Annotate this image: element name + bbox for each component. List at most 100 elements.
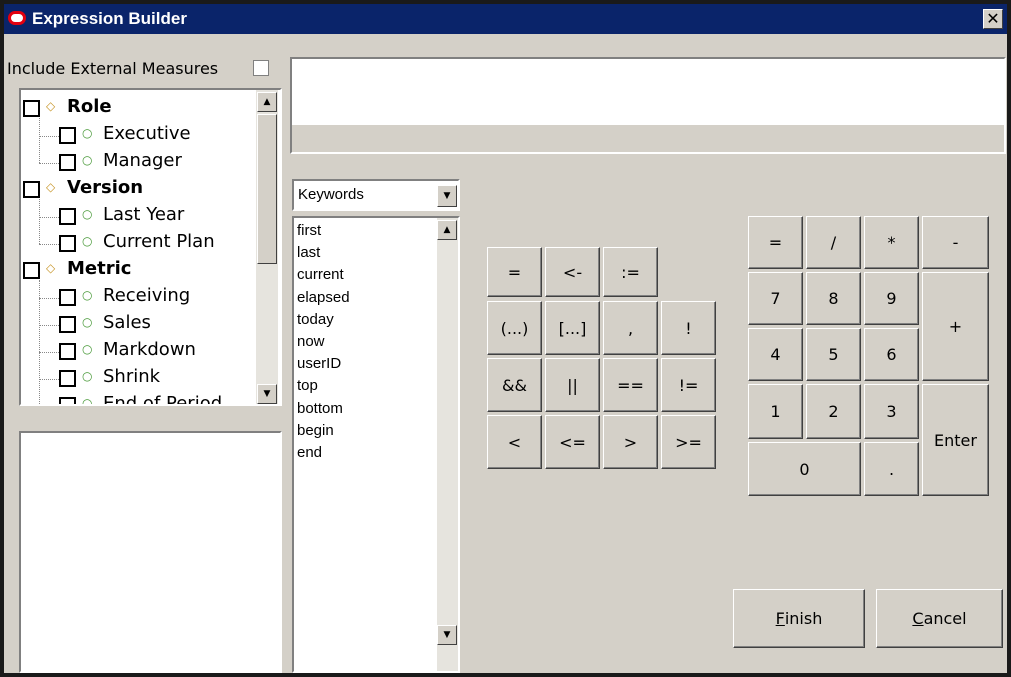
keyword-scrollbar[interactable]: ▲ ▼: [437, 218, 458, 671]
op-brackets-button[interactable]: [...]: [545, 301, 600, 355]
op-arrow-button[interactable]: <-: [545, 247, 600, 297]
op-colon-equals-button[interactable]: :=: [603, 247, 658, 297]
tree-member-row[interactable]: ○ Receiving: [21, 285, 256, 311]
tree-member-row[interactable]: ○ Sales: [21, 312, 256, 338]
op-less-button[interactable]: <: [487, 415, 542, 469]
key-1-button[interactable]: 1: [748, 384, 803, 439]
chevron-down-icon[interactable]: ▼: [437, 185, 457, 207]
include-external-checkbox[interactable]: [253, 60, 269, 76]
op-equals-button[interactable]: ==: [603, 358, 658, 412]
keyword-item[interactable]: first: [297, 222, 321, 239]
tree-item-label: Receiving: [103, 285, 191, 306]
op-not-button[interactable]: !: [661, 301, 716, 355]
keyword-item[interactable]: bottom: [297, 400, 343, 417]
tree-dimension-row[interactable]: ◇ Version: [21, 177, 256, 203]
tree-item-label: Executive: [103, 123, 191, 144]
description-area: [19, 431, 282, 673]
key-plus-button[interactable]: +: [922, 272, 989, 381]
op-assign-button[interactable]: =: [487, 247, 542, 297]
tree-item-checkbox[interactable]: [23, 181, 40, 198]
expression-editor[interactable]: [292, 59, 1004, 125]
keyword-item[interactable]: begin: [297, 422, 334, 439]
tree-item-checkbox[interactable]: [23, 262, 40, 279]
tree-member-row[interactable]: ○ Markdown: [21, 339, 256, 365]
op-not-equals-button[interactable]: !=: [661, 358, 716, 412]
tree-connector: [39, 244, 59, 245]
tree-item-checkbox[interactable]: [59, 235, 76, 252]
op-greater-button[interactable]: >: [603, 415, 658, 469]
tree-member-row[interactable]: ○ Current Plan: [21, 231, 256, 257]
member-icon: ○: [82, 207, 93, 221]
member-icon: ○: [82, 288, 93, 302]
key-6-button[interactable]: 6: [864, 328, 919, 381]
scroll-thumb[interactable]: [257, 114, 277, 264]
keyword-item[interactable]: last: [297, 244, 320, 261]
cancel-button[interactable]: Cancel: [876, 589, 1003, 648]
scroll-down-icon[interactable]: ▼: [257, 384, 277, 404]
measure-tree[interactable]: ◇ Role ○ Executive ○ Manager ◇ Version ○ Last Yea…: [19, 88, 282, 406]
op-less-equal-button[interactable]: <=: [545, 415, 600, 469]
cancel-label: ancel: [923, 609, 967, 628]
keyword-item[interactable]: today: [297, 311, 334, 328]
scroll-up-icon[interactable]: ▲: [437, 220, 457, 240]
scroll-down-icon[interactable]: ▼: [437, 625, 457, 645]
key-8-button[interactable]: 8: [806, 272, 861, 325]
keyword-item[interactable]: userID: [297, 355, 341, 372]
key-minus-button[interactable]: -: [922, 216, 989, 269]
keyword-item[interactable]: elapsed: [297, 289, 350, 306]
keyword-item[interactable]: current: [297, 266, 344, 283]
tree-item-checkbox[interactable]: [59, 154, 76, 171]
member-icon: ○: [82, 234, 93, 248]
key-0-button[interactable]: 0: [748, 442, 861, 496]
tree-item-checkbox[interactable]: [59, 370, 76, 387]
tree-member-row[interactable]: ○ Last Year: [21, 204, 256, 230]
keywords-dropdown[interactable]: Keywords ▼: [292, 179, 460, 211]
dimension-icon: ◇: [46, 99, 56, 113]
op-parens-button[interactable]: (...): [487, 301, 542, 355]
tree-connector: [39, 118, 40, 163]
tree-item-checkbox[interactable]: [59, 208, 76, 225]
tree-item-checkbox[interactable]: [59, 397, 76, 404]
key-2-button[interactable]: 2: [806, 384, 861, 439]
key-9-button[interactable]: 9: [864, 272, 919, 325]
keyword-item[interactable]: top: [297, 377, 318, 394]
key-3-button[interactable]: 3: [864, 384, 919, 439]
tree-item-checkbox[interactable]: [59, 289, 76, 306]
op-or-button[interactable]: ||: [545, 358, 600, 412]
tree-member-row[interactable]: ○ Executive: [21, 123, 256, 149]
tree-item-checkbox[interactable]: [23, 100, 40, 117]
finish-button[interactable]: Finish: [733, 589, 865, 648]
key-4-button[interactable]: 4: [748, 328, 803, 381]
member-icon: ○: [82, 342, 93, 356]
tree-connector: [39, 325, 59, 326]
tree-dimension-row[interactable]: ◇ Role: [21, 96, 256, 122]
key-divide-button[interactable]: /: [806, 216, 861, 269]
keyword-item[interactable]: now: [297, 333, 325, 350]
tree-scrollbar[interactable]: ▲ ▼: [256, 90, 278, 404]
scroll-up-icon[interactable]: ▲: [257, 92, 277, 112]
key-multiply-button[interactable]: *: [864, 216, 919, 269]
tree-member-row[interactable]: ○ Shrink: [21, 366, 256, 392]
keyword-list[interactable]: first last current elapsed today now userID top…: [292, 216, 460, 673]
tree-item-checkbox[interactable]: [59, 316, 76, 333]
tree-member-row[interactable]: ○ End of Period: [21, 393, 256, 404]
member-icon: ○: [82, 126, 93, 140]
key-enter-button[interactable]: Enter: [922, 384, 989, 496]
tree-member-row[interactable]: ○ Manager: [21, 150, 256, 176]
close-icon[interactable]: ✕: [983, 9, 1003, 29]
op-comma-button[interactable]: ,: [603, 301, 658, 355]
key-equals-button[interactable]: =: [748, 216, 803, 269]
key-decimal-button[interactable]: .: [864, 442, 919, 496]
member-icon: ○: [82, 315, 93, 329]
tree-dimension-row[interactable]: ◇ Metric: [21, 258, 256, 284]
keyword-item[interactable]: end: [297, 444, 322, 461]
tree-item-checkbox[interactable]: [59, 127, 76, 144]
window-title: Expression Builder: [32, 9, 187, 28]
tree-item-label: Metric: [67, 258, 132, 279]
key-7-button[interactable]: 7: [748, 272, 803, 325]
op-and-button[interactable]: &&: [487, 358, 542, 412]
tree-item-checkbox[interactable]: [59, 343, 76, 360]
key-5-button[interactable]: 5: [806, 328, 861, 381]
cancel-mnemonic: C: [912, 609, 924, 628]
op-greater-equal-button[interactable]: >=: [661, 415, 716, 469]
